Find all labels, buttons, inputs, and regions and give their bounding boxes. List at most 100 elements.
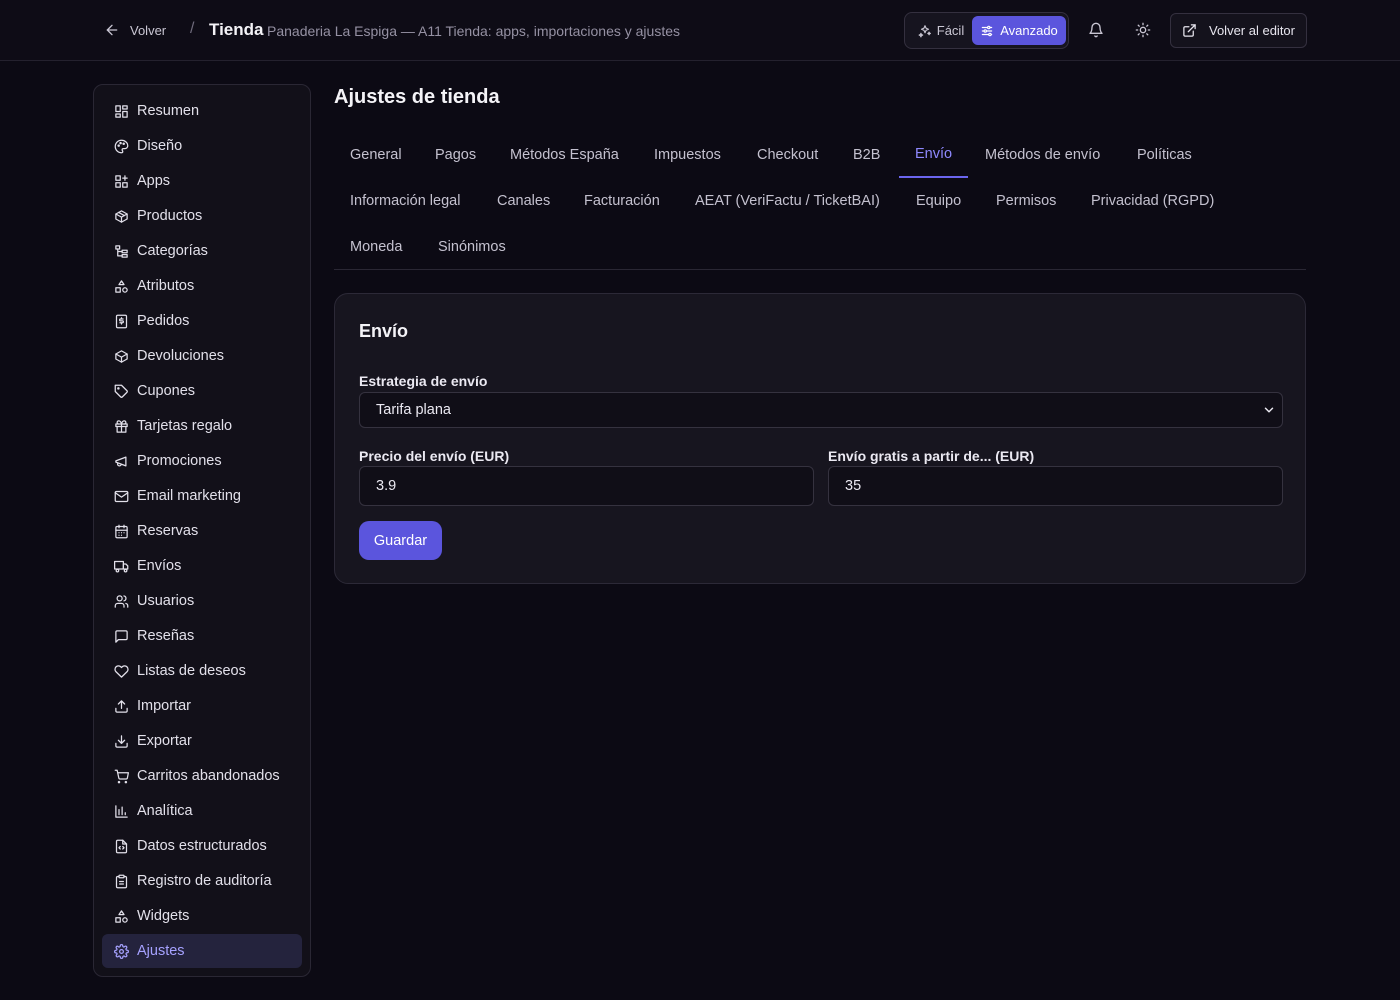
sidebar-item-ajustes[interactable]: Ajustes — [102, 934, 302, 968]
sidebar-item-widgets[interactable]: Widgets — [102, 899, 302, 933]
save-button[interactable]: Guardar — [359, 521, 442, 560]
shipping-card: Envío Estrategia de envío Tarifa plana P… — [334, 293, 1306, 584]
gear-icon — [114, 943, 129, 959]
tab-b2b[interactable]: B2B — [837, 132, 896, 178]
download-icon — [114, 734, 129, 749]
tab-impuestos[interactable]: Impuestos — [638, 132, 737, 178]
sidebar-item-label: Analítica — [137, 803, 193, 819]
tab-checkout[interactable]: Checkout — [741, 132, 834, 178]
sidebar-item-label: Usuarios — [137, 593, 195, 609]
back-link[interactable]: Volver — [104, 18, 166, 42]
sidebar-item-label: Apps — [137, 173, 171, 189]
page-section-subtitle: Panaderia La Espiga — A11 Tienda: apps, … — [267, 23, 680, 39]
tab-politicas[interactable]: Políticas — [1121, 132, 1208, 178]
sidebar-item-usuarios[interactable]: Usuarios — [102, 584, 302, 618]
sidebar-item-cupones[interactable]: Cupones — [102, 374, 302, 408]
sidebar-item-carritos-abandonados[interactable]: Carritos abandonados — [102, 759, 302, 793]
package-icon — [114, 209, 129, 224]
sidebar-item-label: Exportar — [137, 733, 192, 749]
chevron-down-icon — [1262, 403, 1276, 417]
shapes-icon — [114, 909, 129, 924]
sidebar-item-registro-de-auditoria[interactable]: Registro de auditoría — [102, 864, 302, 898]
tab-privacidad-rgpd[interactable]: Privacidad (RGPD) — [1075, 178, 1230, 224]
tab-sinonimos[interactable]: Sinónimos — [422, 224, 522, 270]
sidebar-item-email-marketing[interactable]: Email marketing — [102, 479, 302, 513]
sidebar-item-label: Ajustes — [137, 943, 185, 959]
shipping-price-label: Precio del envío (EUR) — [359, 448, 510, 464]
sparkles-icon — [918, 24, 932, 38]
tab-equipo[interactable]: Equipo — [900, 178, 977, 224]
page-title: Ajustes de tienda — [334, 86, 500, 108]
sidebar-item-apps[interactable]: Apps — [102, 164, 302, 198]
sidebar-item-diseno[interactable]: Diseño — [102, 129, 302, 163]
upload-icon — [114, 699, 129, 714]
page-section-title: Tienda — [209, 20, 264, 39]
mode-advanced-button[interactable]: Avanzado — [972, 16, 1066, 45]
mode-easy-label: Fácil — [936, 23, 965, 38]
tab-pagos[interactable]: Pagos — [419, 132, 492, 178]
sidebar-item-pedidos[interactable]: Pedidos — [102, 304, 302, 338]
shipping-strategy-select[interactable]: Tarifa plana — [359, 392, 1283, 428]
shipping-price-value: 3.9 — [376, 478, 397, 494]
sidebar-item-label: Carritos abandonados — [137, 768, 280, 784]
tab-facturacion[interactable]: Facturación — [568, 178, 676, 224]
sidebar-item-productos[interactable]: Productos — [102, 199, 302, 233]
tab-general[interactable]: General — [334, 132, 418, 178]
external-link-icon — [1182, 23, 1197, 38]
tab-metodos-de-envio[interactable]: Métodos de envío — [969, 132, 1116, 178]
sidebar-item-listas-de-deseos[interactable]: Listas de deseos — [102, 654, 302, 688]
back-to-editor-button[interactable]: Volver al editor — [1170, 13, 1307, 48]
free-shipping-threshold-value: 35 — [845, 478, 862, 494]
tab-informacion-legal[interactable]: Información legal — [334, 178, 476, 224]
bell-icon — [1088, 22, 1104, 38]
sidebar-item-label: Reservas — [137, 523, 199, 539]
sidebar-item-label: Tarjetas regalo — [137, 418, 233, 434]
sidebar-item-label: Diseño — [137, 138, 183, 154]
tab-moneda[interactable]: Moneda — [334, 224, 418, 270]
sidebar-item-label: Productos — [137, 208, 203, 224]
sidebar-item-label: Email marketing — [137, 488, 241, 504]
sidebar-item-envios[interactable]: Envíos — [102, 549, 302, 583]
sidebar-item-exportar[interactable]: Exportar — [102, 724, 302, 758]
sidebar-item-label: Resumen — [137, 103, 200, 119]
sidebar-item-label: Listas de deseos — [137, 663, 246, 679]
sidebar: Resumen Diseño Apps Productos Categorías Atri… — [93, 84, 311, 977]
sidebar-item-devoluciones[interactable]: Devoluciones — [102, 339, 302, 373]
sidebar-item-label: Envíos — [137, 558, 182, 574]
tabs-divider — [334, 269, 1306, 270]
card-title: Envío — [359, 321, 409, 341]
sidebar-item-datos-estructurados[interactable]: Datos estructurados — [102, 829, 302, 863]
tab-permisos[interactable]: Permisos — [980, 178, 1072, 224]
package-return-icon — [114, 349, 129, 364]
sun-icon — [1135, 22, 1151, 38]
sidebar-item-importar[interactable]: Importar — [102, 689, 302, 723]
clipboard-icon — [114, 874, 129, 889]
back-label: Volver — [130, 22, 167, 38]
receipt-icon — [114, 314, 129, 329]
sidebar-item-atributos[interactable]: Atributos — [102, 269, 302, 303]
sidebar-item-tarjetas-regalo[interactable]: Tarjetas regalo — [102, 409, 302, 443]
free-shipping-threshold-input[interactable]: 35 — [828, 466, 1283, 506]
sidebar-item-resumen[interactable]: Resumen — [102, 94, 302, 128]
tab-canales[interactable]: Canales — [481, 178, 566, 224]
cart-icon — [114, 769, 129, 784]
theme-toggle-button[interactable] — [1129, 16, 1157, 44]
tab-metodos-espana[interactable]: Métodos España — [494, 132, 635, 178]
sidebar-item-analitica[interactable]: Analítica — [102, 794, 302, 828]
sidebar-item-label: Registro de auditoría — [137, 873, 272, 889]
sidebar-item-reservas[interactable]: Reservas — [102, 514, 302, 548]
mode-easy-button[interactable]: Fácil — [911, 16, 971, 45]
tab-aeat-verifactu-ticketbai[interactable]: AEAT (VeriFactu / TicketBAI) — [679, 178, 896, 224]
tab-envio[interactable]: Envío — [899, 132, 969, 178]
heart-icon — [114, 664, 129, 679]
shipping-price-input[interactable]: 3.9 — [359, 466, 814, 506]
dashboard-icon — [114, 104, 129, 119]
sidebar-item-label: Pedidos — [137, 313, 190, 329]
sidebar-item-resenas[interactable]: Reseñas — [102, 619, 302, 653]
mode-advanced-label: Avanzado — [1000, 23, 1058, 38]
arrow-left-icon — [104, 22, 120, 38]
sidebar-item-promociones[interactable]: Promociones — [102, 444, 302, 478]
notifications-button[interactable] — [1082, 16, 1110, 44]
file-code-icon — [114, 839, 129, 854]
sidebar-item-categorias[interactable]: Categorías — [102, 234, 302, 268]
